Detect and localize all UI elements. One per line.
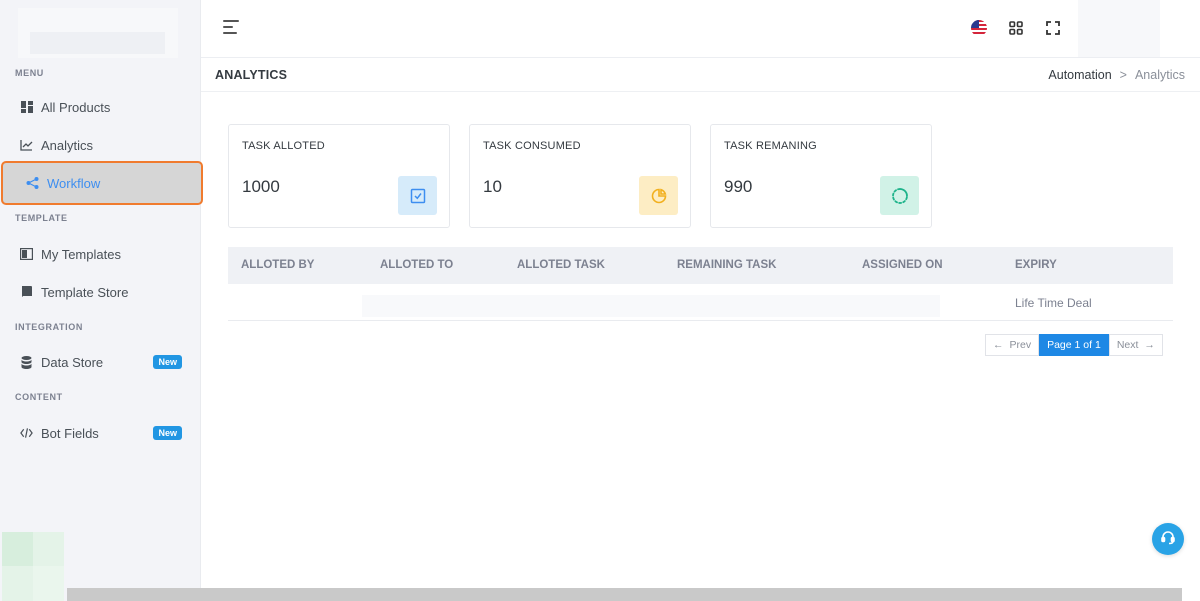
- sidebar: MENU All Products Analytics Workflow TEM…: [0, 0, 203, 601]
- stat-card-label: TASK CONSUMED: [483, 140, 581, 152]
- apps-grid-icon[interactable]: [1007, 19, 1025, 37]
- prev-page-label: Prev: [1009, 339, 1032, 351]
- page-title: ANALYTICS: [215, 68, 288, 82]
- share-nodes-icon: [26, 177, 39, 190]
- page-title-bar: ANALYTICS Automation > Analytics: [201, 58, 1200, 92]
- sidebar-item-workflow[interactable]: Workflow: [1, 161, 203, 205]
- support-chat-button[interactable]: [1152, 523, 1184, 555]
- brand-logo[interactable]: [18, 8, 178, 58]
- hamburger-menu-icon[interactable]: [223, 20, 241, 36]
- pagination: ← Prev Page 1 of 1 Next →: [985, 334, 1163, 356]
- sidebar-item-data-store[interactable]: Data Store New: [0, 344, 201, 380]
- column-header: EXPIRY: [1015, 259, 1057, 271]
- column-header: ALLOTED TASK: [517, 259, 605, 271]
- section-title-content: CONTENT: [15, 392, 63, 402]
- arrow-right-icon: →: [1144, 339, 1155, 351]
- breadcrumb-separator: >: [1119, 68, 1127, 82]
- sidebar-item-label: All Products: [41, 99, 111, 115]
- stat-card-value: 990: [724, 177, 753, 196]
- sidebar-item-analytics[interactable]: Analytics: [0, 127, 201, 163]
- sidebar-item-label: Template Store: [41, 284, 129, 300]
- sidebar-item-label: Analytics: [41, 137, 94, 153]
- check-square-icon: [398, 176, 437, 215]
- breadcrumb-parent-link[interactable]: Automation: [1048, 68, 1111, 82]
- sidebar-item-label: Bot Fields: [41, 425, 99, 441]
- column-header: ASSIGNED ON: [862, 259, 943, 271]
- stat-card-value: 1000: [242, 177, 280, 196]
- top-bar: [201, 0, 1200, 58]
- grid-dashboard-icon: [20, 101, 33, 114]
- current-page-indicator: Page 1 of 1: [1039, 334, 1109, 356]
- sidebar-item-label: Workflow: [47, 175, 101, 191]
- sidebar-item-template-store[interactable]: Template Store: [0, 274, 201, 310]
- prev-page-button[interactable]: ← Prev: [985, 334, 1040, 356]
- column-header: REMAINING TASK: [677, 259, 777, 271]
- fullscreen-icon[interactable]: [1044, 19, 1062, 37]
- horizontal-scrollbar[interactable]: [67, 588, 1182, 601]
- sidebar-item-label: Data Store: [41, 354, 104, 370]
- arrow-left-icon: ←: [993, 339, 1004, 351]
- user-profile-menu[interactable]: [1078, 0, 1160, 57]
- redacted-cells: [362, 295, 940, 317]
- book-icon: [20, 286, 33, 299]
- us-flag-icon[interactable]: [971, 20, 987, 36]
- table-cell-expiry: Life Time Deal: [1015, 296, 1092, 310]
- pie-chart-icon: [639, 176, 678, 215]
- line-chart-icon: [20, 139, 33, 152]
- stat-card-task-remaning: TASK REMANING 990: [710, 124, 932, 228]
- stat-card-task-consumed: TASK CONSUMED 10: [469, 124, 691, 228]
- allocation-table: ALLOTED BY ALLOTED TO ALLOTED TASK REMAI…: [228, 247, 1173, 321]
- stat-card-task-alloted: TASK ALLOTED 1000: [228, 124, 450, 228]
- stat-card-label: TASK REMANING: [724, 140, 817, 152]
- sidebar-item-label: My Templates: [41, 246, 121, 262]
- database-icon: [20, 355, 33, 369]
- code-icon: [20, 427, 33, 440]
- column-header: ALLOTED BY: [241, 259, 315, 271]
- sidebar-item-my-templates[interactable]: My Templates: [0, 236, 201, 272]
- breadcrumb: Automation > Analytics: [1048, 68, 1185, 82]
- headset-icon: [1160, 529, 1176, 550]
- stat-card-value: 10: [483, 177, 502, 196]
- sidebar-item-bot-fields[interactable]: Bot Fields New: [0, 415, 201, 451]
- table-row: Life Time Deal: [228, 284, 1173, 321]
- layout-template-icon: [20, 248, 33, 261]
- breadcrumb-current: Analytics: [1134, 68, 1185, 82]
- new-badge: New: [153, 426, 182, 440]
- sidebar-footer-graphic: [2, 532, 64, 601]
- column-header: ALLOTED TO: [380, 259, 454, 271]
- section-title-template: TEMPLATE: [15, 213, 68, 223]
- sidebar-item-all-products[interactable]: All Products: [0, 89, 201, 125]
- next-page-button[interactable]: Next →: [1108, 334, 1163, 356]
- stat-card-label: TASK ALLOTED: [242, 140, 325, 152]
- new-badge: New: [153, 355, 182, 369]
- table-header: ALLOTED BY ALLOTED TO ALLOTED TASK REMAI…: [228, 247, 1173, 284]
- loader-circle-icon: [880, 176, 919, 215]
- section-title-integration: INTEGRATION: [15, 322, 83, 332]
- next-page-label: Next: [1116, 339, 1139, 351]
- section-title-menu: MENU: [15, 68, 44, 78]
